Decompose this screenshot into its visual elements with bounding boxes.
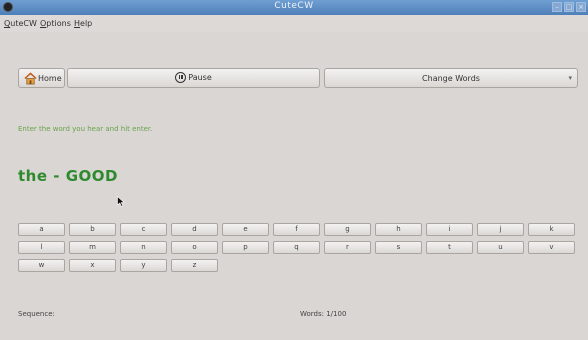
menu-cutecw[interactable]: QuteCW [4, 19, 37, 28]
key-t[interactable]: t [426, 241, 473, 254]
close-button[interactable]: × [576, 2, 586, 12]
chevron-down-icon: ▾ [568, 74, 572, 82]
key-c[interactable]: c [120, 223, 167, 236]
home-label: Home [38, 74, 62, 83]
menu-options[interactable]: Options [40, 19, 71, 28]
change-words-label: Change Words [422, 74, 480, 83]
key-m[interactable]: m [69, 241, 116, 254]
maximize-button[interactable]: □ [564, 2, 574, 12]
key-l[interactable]: l [18, 241, 65, 254]
key-y[interactable]: y [120, 259, 167, 272]
key-x[interactable]: x [69, 259, 116, 272]
home-icon [24, 72, 37, 85]
window-title: CuteCW [274, 1, 314, 11]
key-r[interactable]: r [324, 241, 371, 254]
key-e[interactable]: e [222, 223, 269, 236]
pause-label: Pause [188, 73, 212, 82]
words-count: Words: 1/100 [300, 310, 347, 318]
change-words-select[interactable]: Change Words ▾ [324, 68, 578, 88]
sequence-label: Sequence: [18, 310, 55, 318]
key-i[interactable]: i [426, 223, 473, 236]
key-u[interactable]: u [477, 241, 524, 254]
key-n[interactable]: n [120, 241, 167, 254]
menu-help[interactable]: Help [74, 19, 92, 28]
key-o[interactable]: o [171, 241, 218, 254]
key-g[interactable]: g [324, 223, 371, 236]
key-v[interactable]: v [528, 241, 575, 254]
key-f[interactable]: f [273, 223, 320, 236]
menu-bar: QuteCW Options Help [0, 15, 588, 32]
key-z[interactable]: z [171, 259, 218, 272]
key-b[interactable]: b [69, 223, 116, 236]
answer-result: the - GOOD [18, 167, 118, 185]
key-a[interactable]: a [18, 223, 65, 236]
key-k[interactable]: k [528, 223, 575, 236]
key-s[interactable]: s [375, 241, 422, 254]
key-p[interactable]: p [222, 241, 269, 254]
key-q[interactable]: q [273, 241, 320, 254]
pause-icon [175, 72, 187, 83]
home-button[interactable]: Home [18, 68, 65, 88]
key-w[interactable]: w [18, 259, 65, 272]
mouse-cursor-icon [117, 196, 125, 207]
key-h[interactable]: h [375, 223, 422, 236]
pause-button[interactable]: Pause [67, 68, 320, 88]
key-j[interactable]: j [477, 223, 524, 236]
key-d[interactable]: d [171, 223, 218, 236]
minimize-button[interactable]: – [552, 2, 562, 12]
instruction-text: Enter the word you hear and hit enter. [18, 125, 153, 133]
title-bar: CuteCW – □ × [0, 0, 588, 15]
